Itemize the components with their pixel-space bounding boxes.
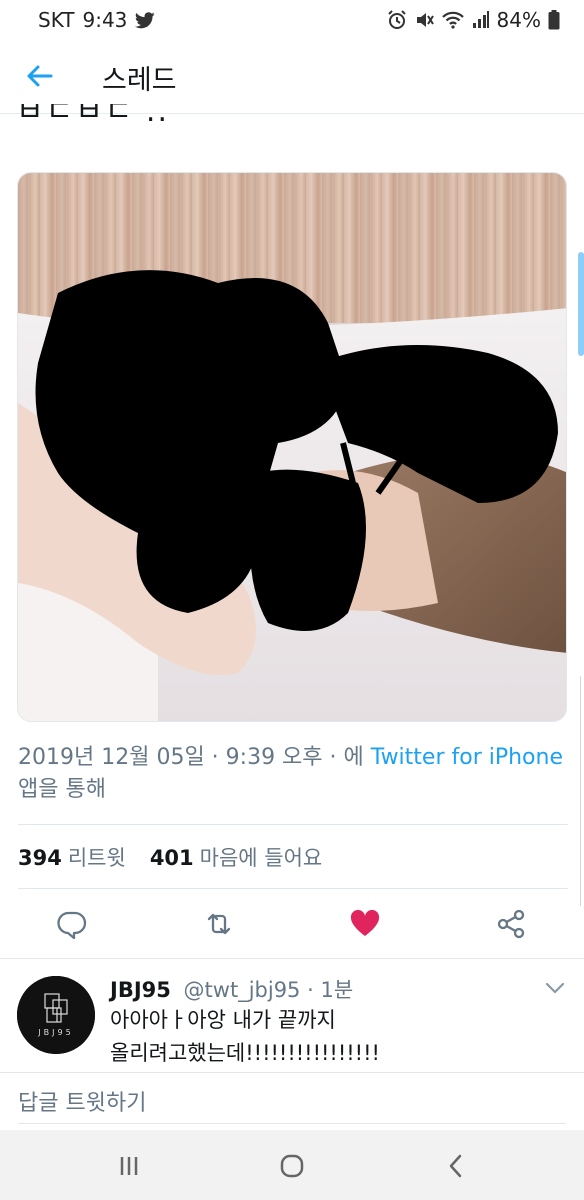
tweet-meta: 2019년 12월 05일 · 9:39 오후 · 에 Twitter for … — [18, 742, 568, 806]
photo-graphic — [18, 173, 566, 721]
divider — [18, 824, 568, 825]
like-label: 마음에 들어요 — [199, 846, 323, 870]
twitter-icon — [135, 11, 156, 29]
retweet-count: 394 — [18, 846, 62, 870]
arrow-left-icon[interactable] — [24, 60, 56, 92]
tweet-text-content: ㅂㄷㅂㄷ .. — [16, 104, 170, 129]
reply-time: 1분 — [320, 978, 354, 1002]
reply-bar: 답글 트윗하기 — [0, 1072, 584, 1130]
signal-icon — [472, 11, 490, 29]
like-count: 401 — [149, 846, 194, 870]
reply-text-line: 아아아ㅏ아앙 내가 끝까지 — [110, 1008, 336, 1032]
page-title: 스레드 — [102, 65, 177, 96]
back-icon[interactable] — [440, 1150, 472, 1182]
status-bar: SKT 9:43 84% — [0, 0, 584, 38]
avatar-text: JBJ95 — [38, 1028, 74, 1037]
recent-apps-icon[interactable] — [113, 1150, 145, 1182]
jbj95-logo-icon — [17, 976, 95, 1054]
wifi-icon — [441, 10, 465, 30]
battery-label: 84% — [496, 8, 541, 32]
tweet-text: ㅂㄷㅂㄷ .. — [16, 104, 169, 140]
divider — [0, 958, 584, 959]
carrier-label: SKT — [38, 8, 75, 32]
tweet-photo[interactable] — [17, 172, 567, 722]
retweet-label: 리트윗 — [67, 846, 126, 870]
status-left: SKT 9:43 — [38, 8, 156, 32]
reply-author-handle: @twt_jbj95 — [183, 978, 301, 1002]
scrollbar-track — [580, 676, 584, 906]
divider — [18, 888, 568, 889]
time-label: 9:43 — [82, 8, 128, 32]
tweet-date: 2019년 12월 05일 · 9:39 오후 · 에 — [18, 745, 371, 770]
like-stat[interactable]: 401 마음에 들어요 — [150, 842, 322, 872]
reply-icon[interactable] — [56, 908, 88, 940]
reply-text: 아아아ㅏ아앙 내가 끝까지 올리려고했는데!!!!!!!!!!!!!!!! — [110, 1004, 510, 1070]
reply-dot: · — [307, 978, 314, 1002]
reply-input[interactable]: 답글 트윗하기 — [18, 1085, 146, 1117]
reply-text-line: 올리려고했는데!!!!!!!!!!!!!!!! — [110, 1041, 380, 1065]
tweet-date-suffix: 앱을 통해 — [18, 777, 106, 802]
share-icon[interactable] — [495, 908, 527, 940]
like-heart-icon[interactable] — [349, 908, 381, 940]
top-bar: 스레드 — [0, 38, 584, 114]
reply-tweet[interactable]: JBJ95 JBJ95 @twt_jbj95 · 1분 아아아ㅏ아앙 내가 끝까… — [0, 960, 584, 1072]
reply-author-name[interactable]: JBJ95 — [110, 978, 171, 1002]
retweet-icon[interactable] — [203, 908, 235, 940]
reply-input-underline — [18, 1123, 566, 1124]
home-icon[interactable] — [276, 1150, 308, 1182]
avatar[interactable]: JBJ95 — [17, 976, 95, 1054]
reply-header: JBJ95 @twt_jbj95 · 1분 — [110, 974, 353, 1004]
system-nav-bar — [0, 1130, 584, 1200]
scrollbar-thumb[interactable] — [578, 252, 584, 356]
source-link[interactable]: Twitter for iPhone — [371, 745, 563, 770]
mute-icon — [414, 10, 434, 30]
status-right: 84% — [387, 8, 560, 32]
chevron-down-icon[interactable] — [544, 980, 566, 994]
tweet-actions — [0, 902, 584, 946]
retweet-stat[interactable]: 394 리트윗 — [18, 842, 126, 872]
alarm-icon — [387, 10, 407, 30]
tweet-stats: 394 리트윗 401 마음에 들어요 — [18, 842, 322, 872]
battery-icon — [548, 10, 560, 30]
